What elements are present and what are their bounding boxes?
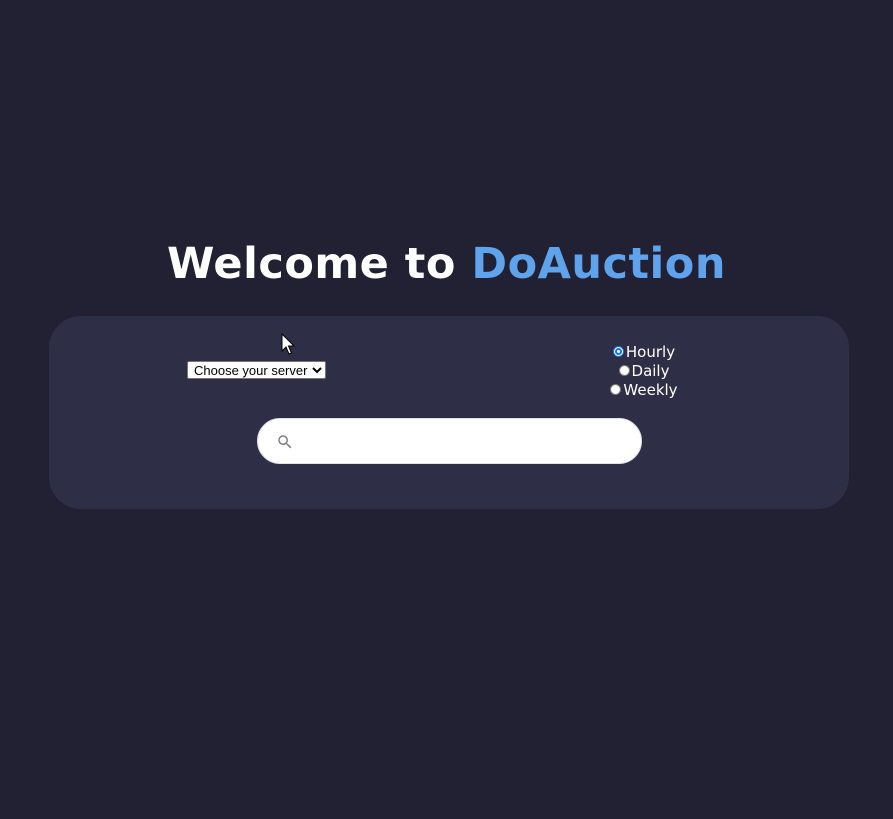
title-brand: DoAuction [471,239,726,289]
search-icon [278,435,292,449]
radio-hourly-button[interactable] [612,346,624,357]
radio-weekly-button[interactable] [610,384,622,395]
radio-weekly-label: Weekly [623,380,678,399]
server-select[interactable]: Choose your server [187,361,326,379]
radio-daily[interactable]: Daily [594,361,694,380]
mouse-cursor-icon [281,333,295,355]
radio-daily-button[interactable] [618,365,630,376]
search-input[interactable] [304,429,628,455]
radio-hourly-label: Hourly [625,342,676,361]
period-radio-group: Hourly Daily Weekly [594,342,694,399]
search-bar[interactable] [257,418,642,464]
page-title: Welcome to DoAuction [0,232,893,296]
radio-daily-label: Daily [631,361,670,380]
search-panel: Choose your server Hourly Daily Weekly [49,316,849,509]
title-prefix: Welcome to [167,239,456,289]
radio-hourly[interactable]: Hourly [594,342,694,361]
radio-weekly[interactable]: Weekly [594,380,694,399]
